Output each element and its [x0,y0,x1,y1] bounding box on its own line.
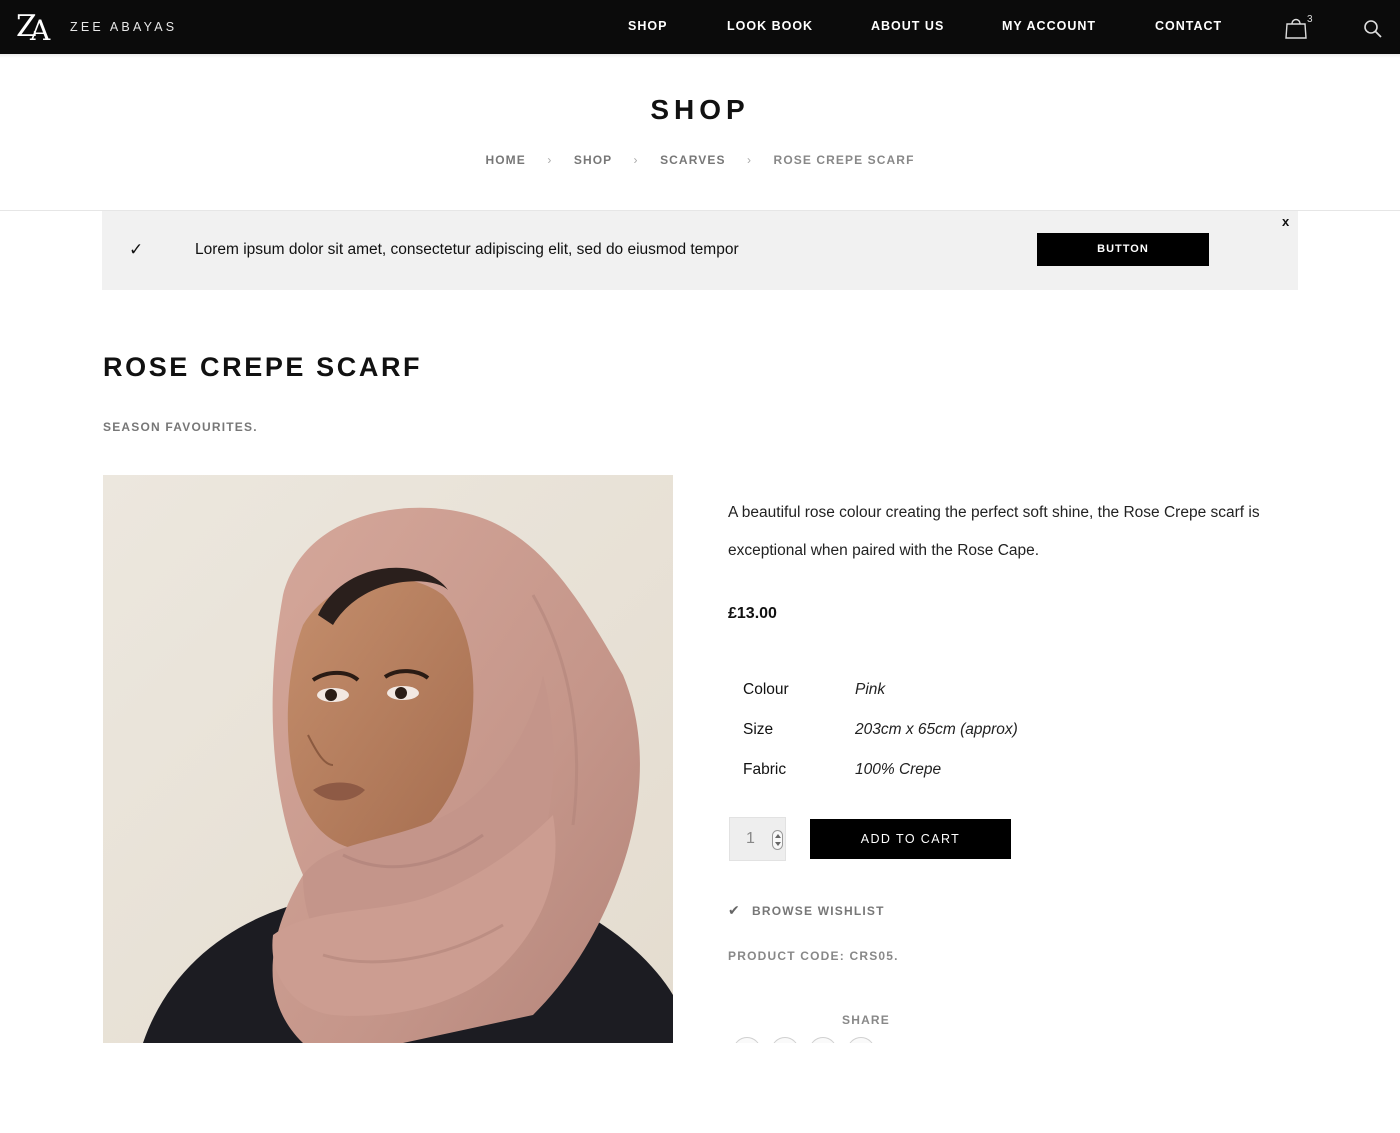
attribute-value: 100% Crepe [855,761,942,778]
attribute-row: Colour Pink [743,671,1143,711]
nav-item-my-account[interactable]: MY ACCOUNT [1002,19,1096,33]
cart-count-badge: 3 [1307,14,1313,25]
spinner-arrows-icon[interactable] [772,830,783,850]
top-navbar: Z A ZEE ABAYAS SHOP LOOK BOOK ABOUT US M… [0,0,1400,54]
breadcrumb-separator: › [747,153,753,167]
scarf-model-photo [103,475,673,1043]
shopping-bag-icon [1285,18,1307,39]
attribute-label: Colour [743,681,789,698]
attribute-label: Fabric [743,761,787,778]
share-label: SHARE [842,1013,891,1027]
quantity-value[interactable]: 1 [746,830,755,848]
cart-button[interactable]: 3 [1284,14,1314,41]
page-title: SHOP [650,94,750,125]
header-shadow [0,54,1400,58]
nav-item-look-book[interactable]: LOOK BOOK [727,19,813,33]
nav-item-shop[interactable]: SHOP [628,19,667,33]
breadcrumb-separator: › [633,153,639,167]
attribute-row: Size 203cm x 65cm (approx) [743,711,1143,751]
checkmark-icon: ✓ [129,240,144,259]
close-icon[interactable]: x [1282,214,1289,229]
product-title: ROSE CREPE SCARF [103,352,423,382]
breadcrumb-scarves[interactable]: SCARVES [660,153,726,167]
logo-mark: Z A [16,8,56,48]
product-code-value: CRS05. [849,949,899,963]
product-image[interactable] [103,475,673,1043]
logo[interactable]: Z A ZEE ABAYAS [16,8,174,48]
attribute-row: Fabric 100% Crepe [743,751,1143,791]
breadcrumb: HOME › SHOP › SCARVES › ROSE CREPE SCARF [0,153,1400,167]
check-icon: ✔ [728,902,741,918]
search-icon [1364,20,1382,38]
attribute-value: Pink [855,681,886,698]
quantity-stepper[interactable]: 1 [729,817,786,861]
product-subtitle: SEASON FAVOURITES. [103,420,258,434]
product-price: £13.00 [728,605,777,622]
breadcrumb-home[interactable]: HOME [485,153,525,167]
product-code-label: PRODUCT CODE: [728,949,845,963]
nav-item-about-us[interactable]: ABOUT US [871,19,944,33]
add-to-cart-button[interactable]: ADD TO CART [810,819,1011,859]
notice-message: Lorem ipsum dolor sit amet, consectetur … [195,241,739,258]
browse-wishlist-link[interactable]: ✔ BROWSE WISHLIST [728,902,885,919]
breadcrumb-shop[interactable]: SHOP [574,153,612,167]
attribute-value: 203cm x 65cm (approx) [855,721,1018,738]
nav-item-contact[interactable]: CONTACT [1155,19,1222,33]
product-description: A beautiful rose colour creating the per… [728,504,1260,559]
breadcrumb-current: ROSE CREPE SCARF [773,153,915,167]
notice-action-button[interactable]: BUTTON [1037,233,1209,266]
search-button[interactable] [1363,19,1383,39]
attribute-label: Size [743,721,774,738]
logo-text: ZEE ABAYAS [70,20,178,34]
product-code: PRODUCT CODE: CRS05. [728,949,899,963]
breadcrumb-separator: › [547,153,553,167]
page-footer-space [0,1043,1400,1133]
notice-bar: ✓ Lorem ipsum dolor sit amet, consectetu… [102,211,1298,290]
wishlist-label: BROWSE WISHLIST [752,904,885,918]
logo-letter-a: A [30,14,51,47]
